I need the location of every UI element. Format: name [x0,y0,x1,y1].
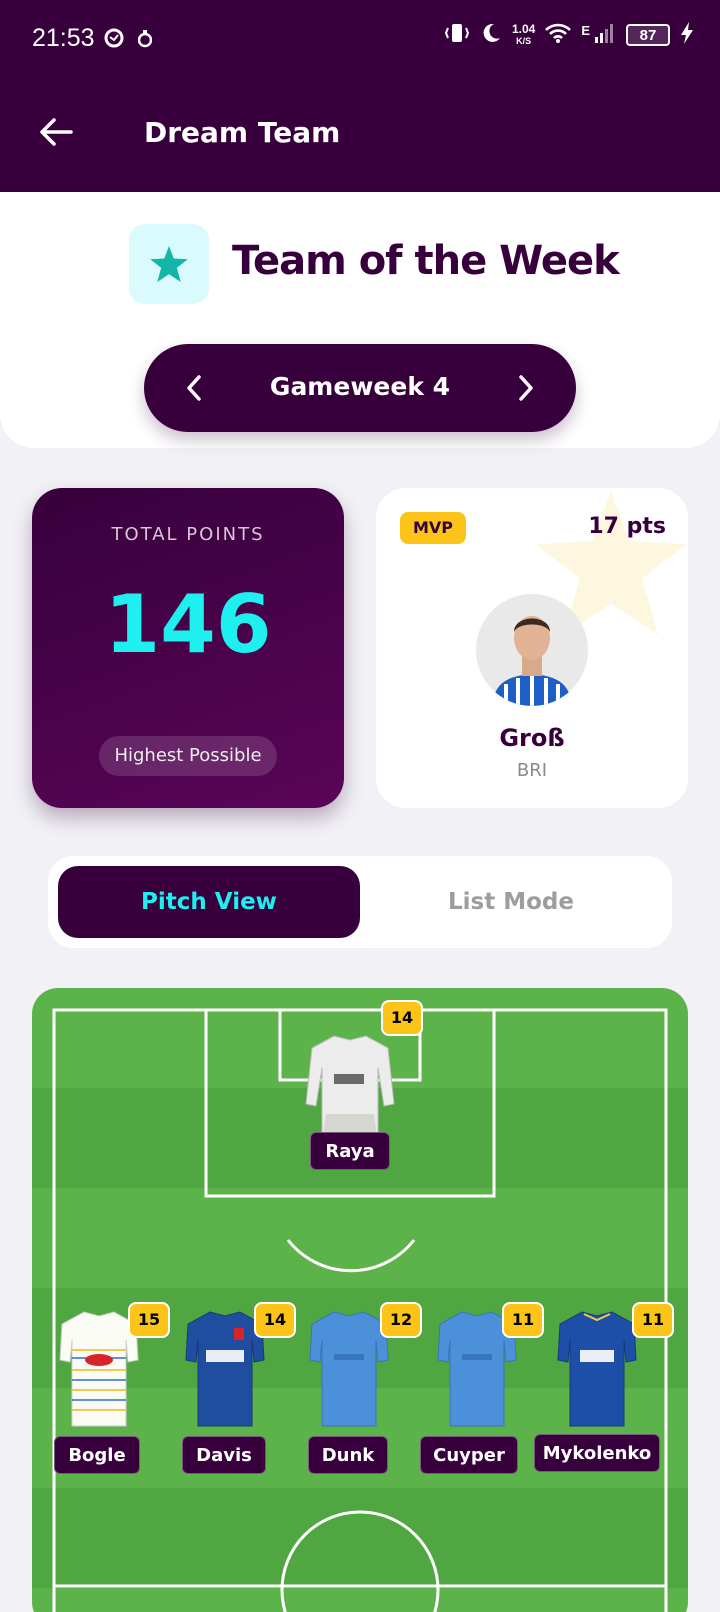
player-points-badge: 14 [254,1302,296,1338]
player-name: Cuyper [420,1436,518,1474]
player-points-badge: 15 [128,1302,170,1338]
player-avatar [476,594,588,706]
brighton-kit-icon [309,1311,389,1427]
network-speed: 1.04 K/S [511,22,536,46]
player-name: Mykolenko [534,1434,660,1472]
app-bar: Dream Team [0,80,720,192]
moon-icon [480,22,502,48]
back-button[interactable] [34,110,78,154]
list-mode-tab[interactable]: List Mode [360,866,662,938]
player-name: Dunk [308,1436,388,1474]
player-name: Bogle [54,1436,140,1474]
player-card-mykolenko[interactable]: 11 Mykolenko [534,1288,688,1488]
pitch-view-tab[interactable]: Pitch View [58,866,360,938]
defenders-row: 15 Bogle 14 Davis 12 Dunk 11 Cuyper 11 M… [32,1288,688,1488]
shield-notification-icon [104,28,124,52]
player-name: Davis [182,1436,266,1474]
battery-indicator: 87 [626,24,670,46]
player-card-davis[interactable]: 14 Davis [180,1288,300,1488]
mvp-player-club: BRI [516,760,548,781]
wifi-icon [545,23,572,47]
mvp-badge: MVP [400,512,466,544]
mvp-player-name: Groß [499,724,565,752]
total-points-card: TOTAL POINTS 146 Highest Possible [32,488,344,808]
player-card-dunk[interactable]: 12 Dunk [304,1288,424,1488]
mvp-card[interactable]: MVP 17 pts Groß BRI [376,488,688,808]
everton-kit-icon [557,1311,637,1427]
player-points-badge: 11 [632,1302,674,1338]
gameweek-selector: Gameweek 4 [144,344,576,432]
network-type: E [581,22,590,38]
hero-title: Team of the Week [232,238,620,284]
hero-icon-box [129,224,209,304]
player-name: Raya [310,1132,390,1170]
next-gameweek-button[interactable] [504,366,548,410]
mvp-points: 17 pts [588,514,666,539]
timer-notification-icon [137,28,153,52]
vibrate-icon [444,22,470,48]
status-bar: 21:53 1.04 K/S E 87 [0,0,720,80]
highest-possible-tag: Highest Possible [99,736,277,776]
arrow-left-icon [40,118,73,146]
charging-icon [680,22,694,48]
status-time: 21:53 [32,24,95,52]
player-points-badge: 14 [381,1000,423,1036]
total-points-label: TOTAL POINTS [111,524,265,545]
player-card-bogle[interactable]: 15 Bogle [54,1288,174,1488]
total-points-value: 146 [104,578,272,671]
hero-section: Team of the Week Gameweek 4 [0,192,720,448]
view-toggle: Pitch View List Mode [48,856,672,948]
player-points-badge: 12 [380,1302,422,1338]
arsenal-gk-kit-icon [305,1035,395,1143]
star-icon [150,246,188,282]
player-card-raya[interactable]: 14 Raya [32,988,688,1208]
chevron-right-icon [519,375,533,401]
signal-icon [594,23,616,47]
page-title: Dream Team [144,116,341,149]
player-card-cuyper[interactable]: 11 Cuyper [420,1288,550,1488]
pitch-view: 14 Raya 15 Bogle 14 Davis 12 Dunk 11 Cuy… [32,988,688,1612]
